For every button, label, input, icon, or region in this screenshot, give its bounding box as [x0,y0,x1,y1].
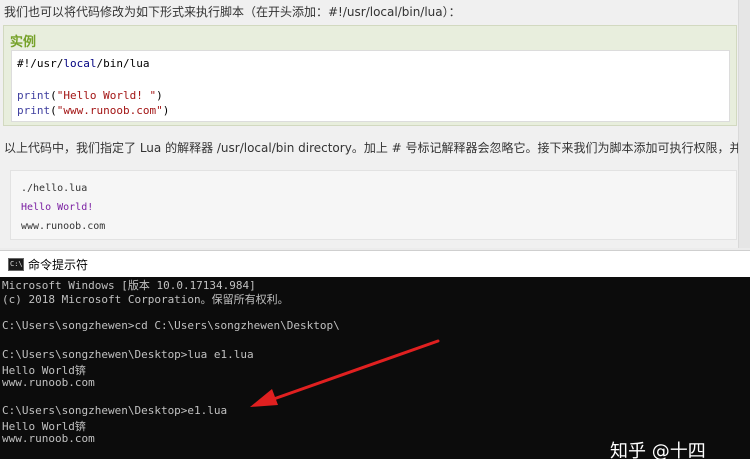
red-arrow-annotation [250,339,440,407]
code-token: /bin/lua [96,57,150,70]
console-app-icon: C:\ [8,258,24,271]
code-block: #!/usr/local/bin/lua print("Hello World!… [11,50,730,122]
code-line-print-url: print("www.runoob.com") [17,104,169,117]
zhihu-watermark: 知乎 @十四 [610,441,706,459]
code-token: local [63,57,97,70]
code-token: ( [50,104,57,117]
shell-command: ./hello.lua [21,183,88,194]
shell-output-hello: Hello World! [21,202,94,213]
shell-output-url: www.runoob.com [21,221,106,232]
shell-output-block: ./hello.lua Hello World! www.runoob.com [10,170,737,240]
code-token: print [17,89,51,102]
code-token: ( [50,89,57,102]
example-box: 实例 #!/usr/local/bin/lua print("Hello Wor… [3,25,737,126]
arrow-shaft [266,339,440,403]
example-title: 实例 [10,35,37,50]
code-token: "www.runoob.com" [56,104,163,117]
intro-text: 我们也可以将代码修改为如下形式来执行脚本（在开头添加：#!/usr/local/… [4,5,461,19]
explanation-text: 以上代码中，我们指定了 Lua 的解释器 /usr/local/bin dire… [4,141,750,155]
page-scrollbar[interactable] [738,0,750,248]
code-token: ) [162,104,170,117]
code-line-shebang: #!/usr/local/bin/lua [17,57,149,70]
console-output[interactable]: Microsoft Windows [版本 10.0.17134.984] (c… [0,277,750,459]
code-line-print-hello: print("Hello World! ") [17,89,163,102]
arrow-head [250,389,278,407]
command-prompt-window: C:\ 命令提示符 Microsoft Windows [版本 10.0.171… [0,250,750,459]
code-token: #!/usr/ [17,57,64,70]
code-token: "Hello World! " [56,89,157,102]
tutorial-page: 我们也可以将代码修改为如下形式来执行脚本（在开头添加：#!/usr/local/… [0,0,750,248]
window-title: 命令提示符 [28,258,89,272]
title-bar[interactable]: C:\ 命令提示符 [0,251,750,277]
code-token: print [17,104,51,117]
code-token: ) [156,89,163,102]
